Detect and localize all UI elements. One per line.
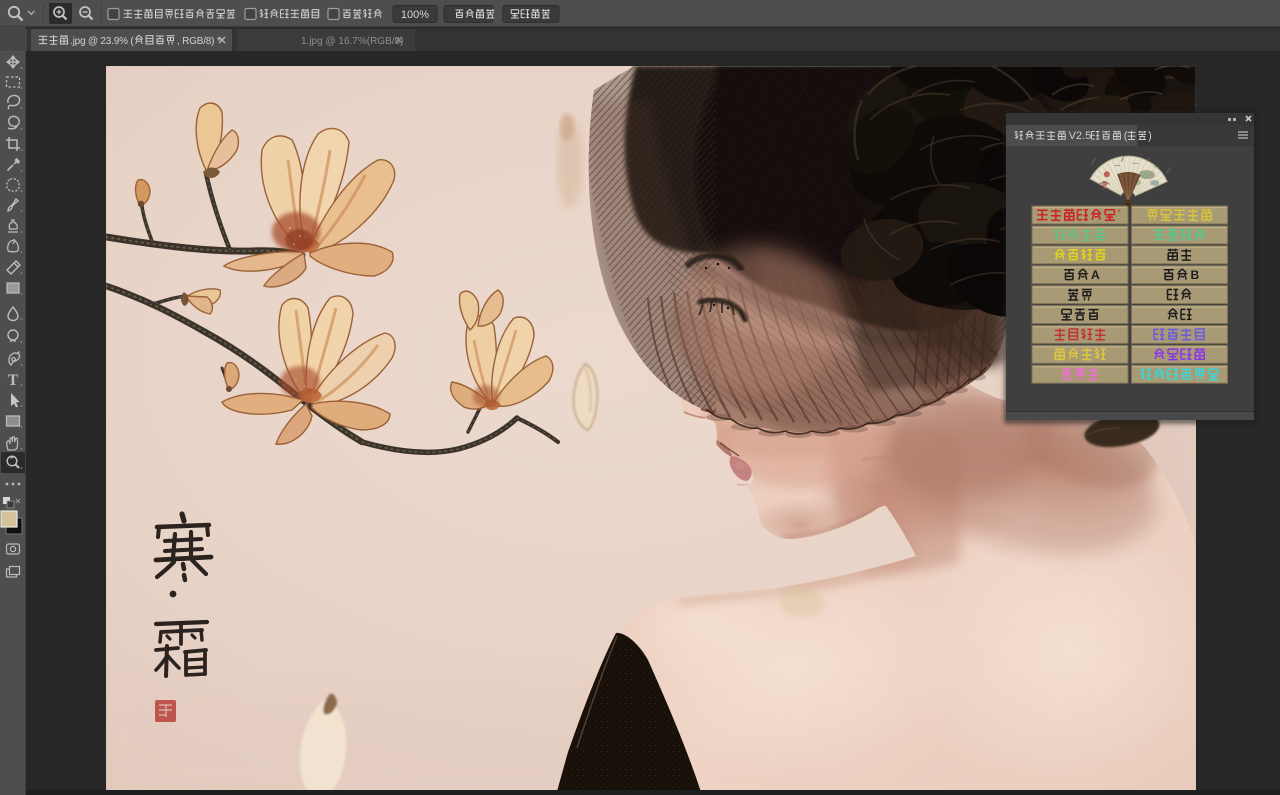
svg-text:V2.5: V2.5 (1069, 130, 1092, 142)
svg-text:100%: 100% (401, 9, 429, 21)
svg-text:(: ( (1124, 130, 1128, 142)
svg-text:': ' (1118, 208, 1120, 218)
svg-text:A: A (1091, 268, 1100, 282)
svg-text:T: T (8, 372, 19, 389)
svg-text:): ) (1148, 130, 1152, 142)
svg-text:.jpg @ 23.9% (: .jpg @ 23.9% ( (70, 36, 134, 47)
svg-text:, RGB/8) *: , RGB/8) * (177, 36, 221, 47)
svg-text:B: B (1191, 268, 1200, 282)
svg-text:1.jpg @ 16.7%(RGB/8): 1.jpg @ 16.7%(RGB/8) (301, 36, 403, 47)
